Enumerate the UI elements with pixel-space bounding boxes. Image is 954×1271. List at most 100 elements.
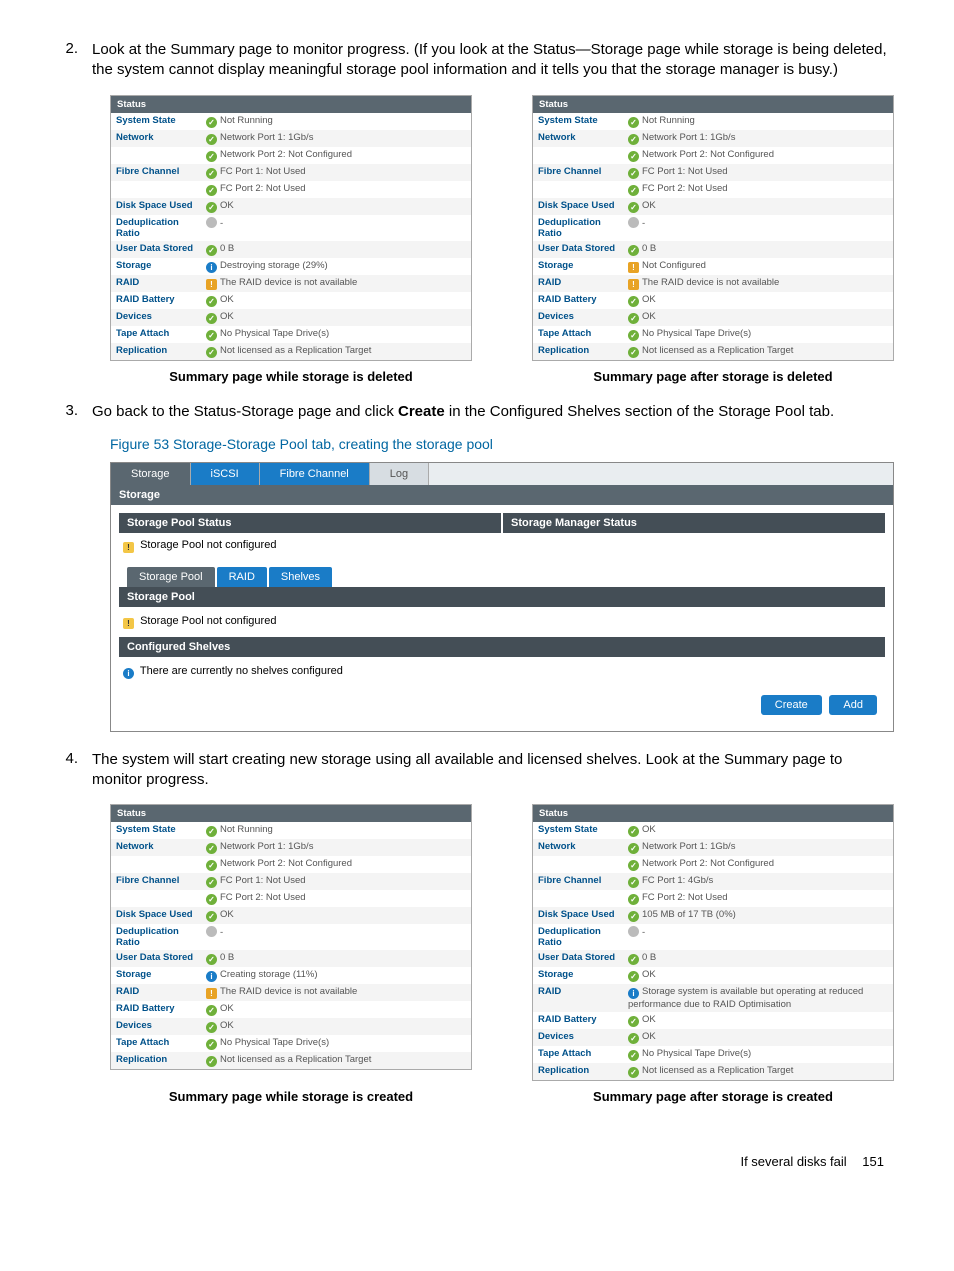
- panel-header: Status: [111, 805, 471, 822]
- ok-icon: ✓: [628, 1033, 639, 1044]
- ok-icon: ✓: [206, 330, 217, 341]
- status-panel-deleted: Status System State✓Not Running Network✓…: [532, 95, 894, 361]
- status-row-2: Status System State✓Not Running Network✓…: [110, 804, 894, 1081]
- warn-icon: !: [628, 262, 639, 273]
- page-footer: If several disks fail 151: [60, 1154, 894, 1169]
- info-icon: i: [206, 971, 217, 982]
- ok-icon: ✓: [628, 245, 639, 256]
- step-4: 4. The system will start creating new st…: [60, 750, 894, 791]
- ok-icon: ✓: [206, 151, 217, 162]
- pool-status-msg: ! Storage Pool not configured: [119, 533, 885, 559]
- caption-row-2: Summary page while storage is created Su…: [110, 1089, 894, 1104]
- ok-icon: ✓: [628, 894, 639, 905]
- step-text: Look at the Summary page to monitor prog…: [92, 40, 894, 81]
- button-row: Create Add: [119, 687, 885, 723]
- ok-icon: ✓: [206, 1039, 217, 1050]
- tab-storage[interactable]: Storage: [111, 463, 191, 485]
- ok-icon: ✓: [628, 134, 639, 145]
- status-panel-created: Status System State✓OK Network✓Network P…: [532, 804, 894, 1081]
- footer-page-number: 151: [862, 1154, 884, 1169]
- gray-icon: [628, 926, 639, 937]
- caption-created: Summary page after storage is created: [532, 1089, 894, 1104]
- ok-icon: ✓: [628, 151, 639, 162]
- ok-icon: ✓: [206, 134, 217, 145]
- ok-icon: ✓: [628, 168, 639, 179]
- storage-manager-status-hdr: Storage Manager Status: [503, 513, 885, 533]
- info-icon: i: [206, 262, 217, 273]
- shelves-msg: i There are currently no shelves configu…: [119, 657, 885, 687]
- caption-row-1: Summary page while storage is deleted Su…: [110, 369, 894, 384]
- info-icon: i: [123, 668, 134, 679]
- figure-53-caption: Figure 53 Storage-Storage Pool tab, crea…: [110, 436, 894, 452]
- subtab-pool[interactable]: Storage Pool: [127, 567, 215, 587]
- storage-pool-status-hdr: Storage Pool Status: [119, 513, 501, 533]
- bar-configured-shelves: Configured Shelves: [119, 637, 885, 657]
- warn-icon: !: [123, 618, 134, 629]
- ok-icon: ✓: [628, 877, 639, 888]
- panel-header: Status: [533, 805, 893, 822]
- ok-icon: ✓: [628, 911, 639, 922]
- ok-icon: ✓: [206, 117, 217, 128]
- ok-icon: ✓: [628, 860, 639, 871]
- create-button[interactable]: Create: [761, 695, 822, 715]
- status-row-1: Status System State✓Not Running Network✓…: [110, 95, 894, 361]
- ok-icon: ✓: [206, 826, 217, 837]
- ok-icon: ✓: [628, 296, 639, 307]
- ok-icon: ✓: [206, 202, 217, 213]
- ok-icon: ✓: [206, 1005, 217, 1016]
- subtab-shelves[interactable]: Shelves: [269, 567, 332, 587]
- step-number: 4.: [60, 750, 92, 791]
- ok-icon: ✓: [206, 877, 217, 888]
- warn-icon: !: [628, 279, 639, 290]
- ok-icon: ✓: [206, 347, 217, 358]
- caption-deleting: Summary page while storage is deleted: [110, 369, 472, 384]
- ok-icon: ✓: [206, 911, 217, 922]
- figure-53-panel: Storage iSCSI Fibre Channel Log Storage …: [110, 462, 894, 732]
- info-icon: i: [628, 988, 639, 999]
- ok-icon: ✓: [628, 826, 639, 837]
- warn-icon: !: [206, 279, 217, 290]
- top-tabs: Storage iSCSI Fibre Channel Log: [111, 463, 893, 485]
- warn-icon: !: [206, 988, 217, 999]
- tab-iscsi[interactable]: iSCSI: [191, 463, 260, 485]
- tab-fc[interactable]: Fibre Channel: [260, 463, 370, 485]
- ok-icon: ✓: [206, 1056, 217, 1067]
- panel-header: Status: [533, 96, 893, 113]
- ok-icon: ✓: [206, 843, 217, 854]
- step-number: 3.: [60, 402, 92, 422]
- bar-storage: Storage: [111, 485, 893, 505]
- ok-icon: ✓: [628, 347, 639, 358]
- ok-icon: ✓: [206, 168, 217, 179]
- bar-storage-pool: Storage Pool: [119, 587, 885, 607]
- step-text: Go back to the Status-Storage page and c…: [92, 402, 894, 422]
- status-pair: Storage Pool Status Storage Manager Stat…: [119, 513, 885, 533]
- ok-icon: ✓: [628, 1050, 639, 1061]
- step-2: 2. Look at the Summary page to monitor p…: [60, 40, 894, 81]
- ok-icon: ✓: [628, 117, 639, 128]
- ok-icon: ✓: [628, 202, 639, 213]
- caption-creating: Summary page while storage is created: [110, 1089, 472, 1104]
- ok-icon: ✓: [628, 330, 639, 341]
- ok-icon: ✓: [206, 296, 217, 307]
- ok-icon: ✓: [628, 971, 639, 982]
- gray-icon: [206, 217, 217, 228]
- gray-icon: [206, 926, 217, 937]
- subtab-raid[interactable]: RAID: [217, 567, 267, 587]
- caption-deleted: Summary page after storage is deleted: [532, 369, 894, 384]
- ok-icon: ✓: [628, 1067, 639, 1078]
- status-panel-creating: Status System State✓Not Running Network✓…: [110, 804, 472, 1070]
- ok-icon: ✓: [628, 313, 639, 324]
- footer-section: If several disks fail: [740, 1154, 846, 1169]
- panel-header: Status: [111, 96, 471, 113]
- status-panel-deleting: Status System State✓Not Running Network✓…: [110, 95, 472, 361]
- warn-icon: !: [123, 542, 134, 553]
- ok-icon: ✓: [628, 185, 639, 196]
- add-button[interactable]: Add: [829, 695, 877, 715]
- pool-msg: ! Storage Pool not configured: [119, 607, 885, 637]
- step-number: 2.: [60, 40, 92, 81]
- gray-icon: [628, 217, 639, 228]
- ok-icon: ✓: [206, 894, 217, 905]
- ok-icon: ✓: [206, 185, 217, 196]
- ok-icon: ✓: [206, 860, 217, 871]
- tab-log[interactable]: Log: [370, 463, 429, 485]
